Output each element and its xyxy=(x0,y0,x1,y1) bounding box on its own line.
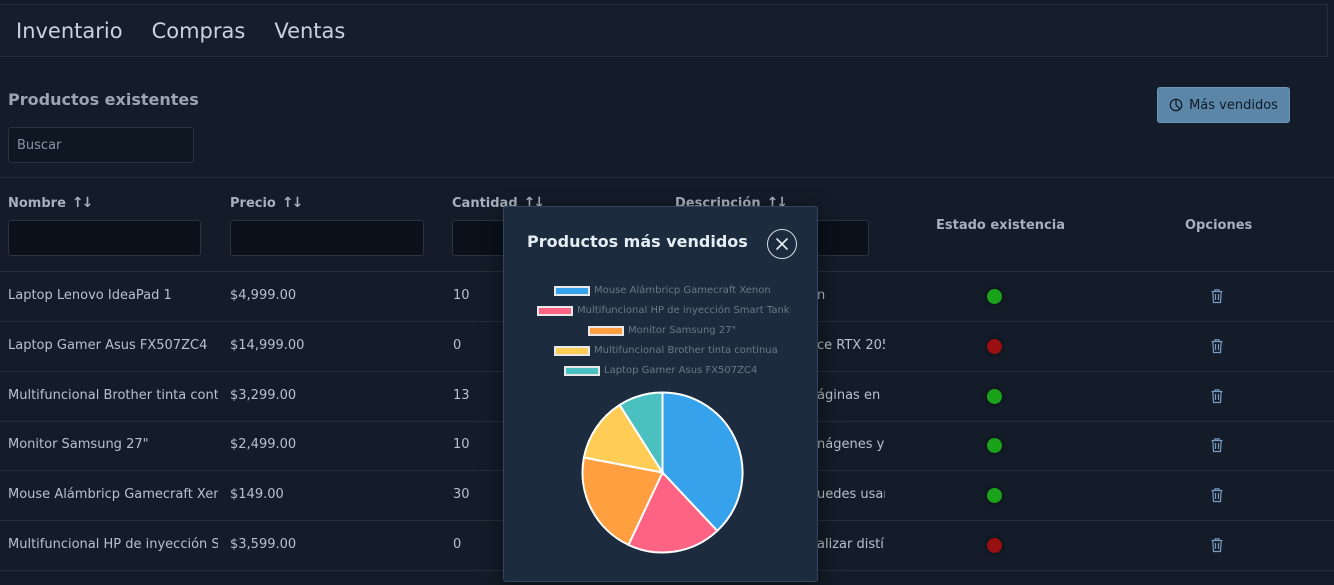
filter-nombre-input[interactable] xyxy=(8,220,201,256)
legend-swatch xyxy=(554,285,590,296)
search-input[interactable] xyxy=(8,127,194,163)
legend-label: Laptop Gamer Asus FX507ZC4 xyxy=(604,365,758,376)
delete-button[interactable] xyxy=(1210,487,1224,503)
nav-compras[interactable]: Compras xyxy=(152,19,246,43)
legend-item[interactable]: Multifuncional Brother tinta continua xyxy=(554,345,778,356)
cell-price: $4,999.00 xyxy=(230,288,297,303)
status-indicator xyxy=(987,339,1002,354)
header-precio-label: Precio xyxy=(230,195,276,211)
delete-button[interactable] xyxy=(1210,288,1224,304)
most-sold-modal: Productos más vendidos Mouse Alámbricp G… xyxy=(503,206,818,582)
table-divider xyxy=(0,177,1334,178)
delete-button[interactable] xyxy=(1210,537,1224,553)
trash-icon xyxy=(1211,438,1223,453)
legend-label: Monitor Samsung 27" xyxy=(628,325,737,336)
legend-swatch xyxy=(564,365,600,376)
cell-description: alizar distí xyxy=(817,537,884,552)
cell-price: $3,599.00 xyxy=(230,537,297,552)
header-nombre[interactable]: Nombre ↑↓ xyxy=(8,195,94,211)
pie-chart xyxy=(581,391,744,554)
nav-inventario[interactable]: Inventario xyxy=(16,19,123,43)
trash-icon xyxy=(1211,488,1223,503)
trash-icon xyxy=(1211,289,1223,304)
cell-price: $149.00 xyxy=(230,487,284,502)
legend-item[interactable]: Laptop Gamer Asus FX507ZC4 xyxy=(564,365,757,376)
header-estado: Estado existencia xyxy=(936,218,1065,233)
sort-icon[interactable]: ↑↓ xyxy=(282,195,304,211)
legend-swatch xyxy=(588,325,624,336)
cell-description: áginas en ( xyxy=(817,388,885,403)
cell-description: uedes usarl xyxy=(817,487,885,502)
delete-button[interactable] xyxy=(1210,338,1224,354)
legend-item[interactable]: Monitor Samsung 27" xyxy=(588,325,736,336)
close-button[interactable] xyxy=(767,229,797,259)
delete-button[interactable] xyxy=(1210,388,1224,404)
trash-icon xyxy=(1211,538,1223,553)
page-title: Productos existentes xyxy=(8,90,199,109)
cell-qty: 10 xyxy=(453,288,470,303)
cell-name: Laptop Gamer Asus FX507ZC4 xyxy=(8,338,208,353)
trash-icon xyxy=(1211,339,1223,354)
cell-name: Monitor Samsung 27" xyxy=(8,437,149,452)
legend-label: Mouse Alámbricp Gamecraft Xenon xyxy=(594,285,771,296)
delete-button[interactable] xyxy=(1210,437,1224,453)
cell-qty: 30 xyxy=(453,487,470,502)
header-opciones: Opciones xyxy=(1185,218,1253,233)
legend-label: Multifuncional Brother tinta continua xyxy=(594,345,778,356)
cell-name: Multifuncional HP de inyección S xyxy=(8,537,218,552)
cell-description: nágenes y xyxy=(817,437,885,452)
nav-ventas[interactable]: Ventas xyxy=(274,19,345,43)
filter-precio-input[interactable] xyxy=(230,220,424,256)
cell-name: Mouse Alámbricp Gamecraft Xen xyxy=(8,487,218,502)
modal-title: Productos más vendidos xyxy=(527,232,748,251)
cell-qty: 0 xyxy=(453,338,462,353)
sort-icon[interactable]: ↑↓ xyxy=(72,195,94,211)
trash-icon xyxy=(1211,389,1223,404)
status-indicator xyxy=(987,538,1002,553)
close-icon xyxy=(776,238,788,250)
cell-qty: 10 xyxy=(453,437,470,452)
legend-item[interactable]: Multifuncional HP de inyección Smart Tan… xyxy=(537,305,790,316)
pie-chart-icon xyxy=(1169,98,1183,112)
most-sold-button[interactable]: Más vendidos xyxy=(1157,87,1290,123)
cell-qty: 0 xyxy=(453,537,462,552)
cell-qty: 13 xyxy=(453,388,470,403)
status-indicator xyxy=(987,389,1002,404)
status-indicator xyxy=(987,488,1002,503)
legend-swatch xyxy=(537,305,573,316)
cell-description: ce RTX 205 xyxy=(817,338,885,353)
cell-description: n xyxy=(817,288,826,303)
legend-swatch xyxy=(554,345,590,356)
status-indicator xyxy=(987,289,1002,304)
legend-label: Multifuncional HP de inyección Smart Tan… xyxy=(577,305,790,316)
top-navbar: Inventario Compras Ventas xyxy=(0,4,1328,57)
cell-price: $14,999.00 xyxy=(230,338,305,353)
cell-price: $3,299.00 xyxy=(230,388,297,403)
header-precio[interactable]: Precio ↑↓ xyxy=(230,195,304,211)
legend-item[interactable]: Mouse Alámbricp Gamecraft Xenon xyxy=(554,285,771,296)
header-nombre-label: Nombre xyxy=(8,195,66,211)
cell-name: Laptop Lenovo IdeaPad 1 xyxy=(8,288,172,303)
status-indicator xyxy=(987,438,1002,453)
cell-name: Multifuncional Brother tinta cont xyxy=(8,388,218,403)
cell-price: $2,499.00 xyxy=(230,437,297,452)
most-sold-button-label: Más vendidos xyxy=(1189,97,1278,113)
